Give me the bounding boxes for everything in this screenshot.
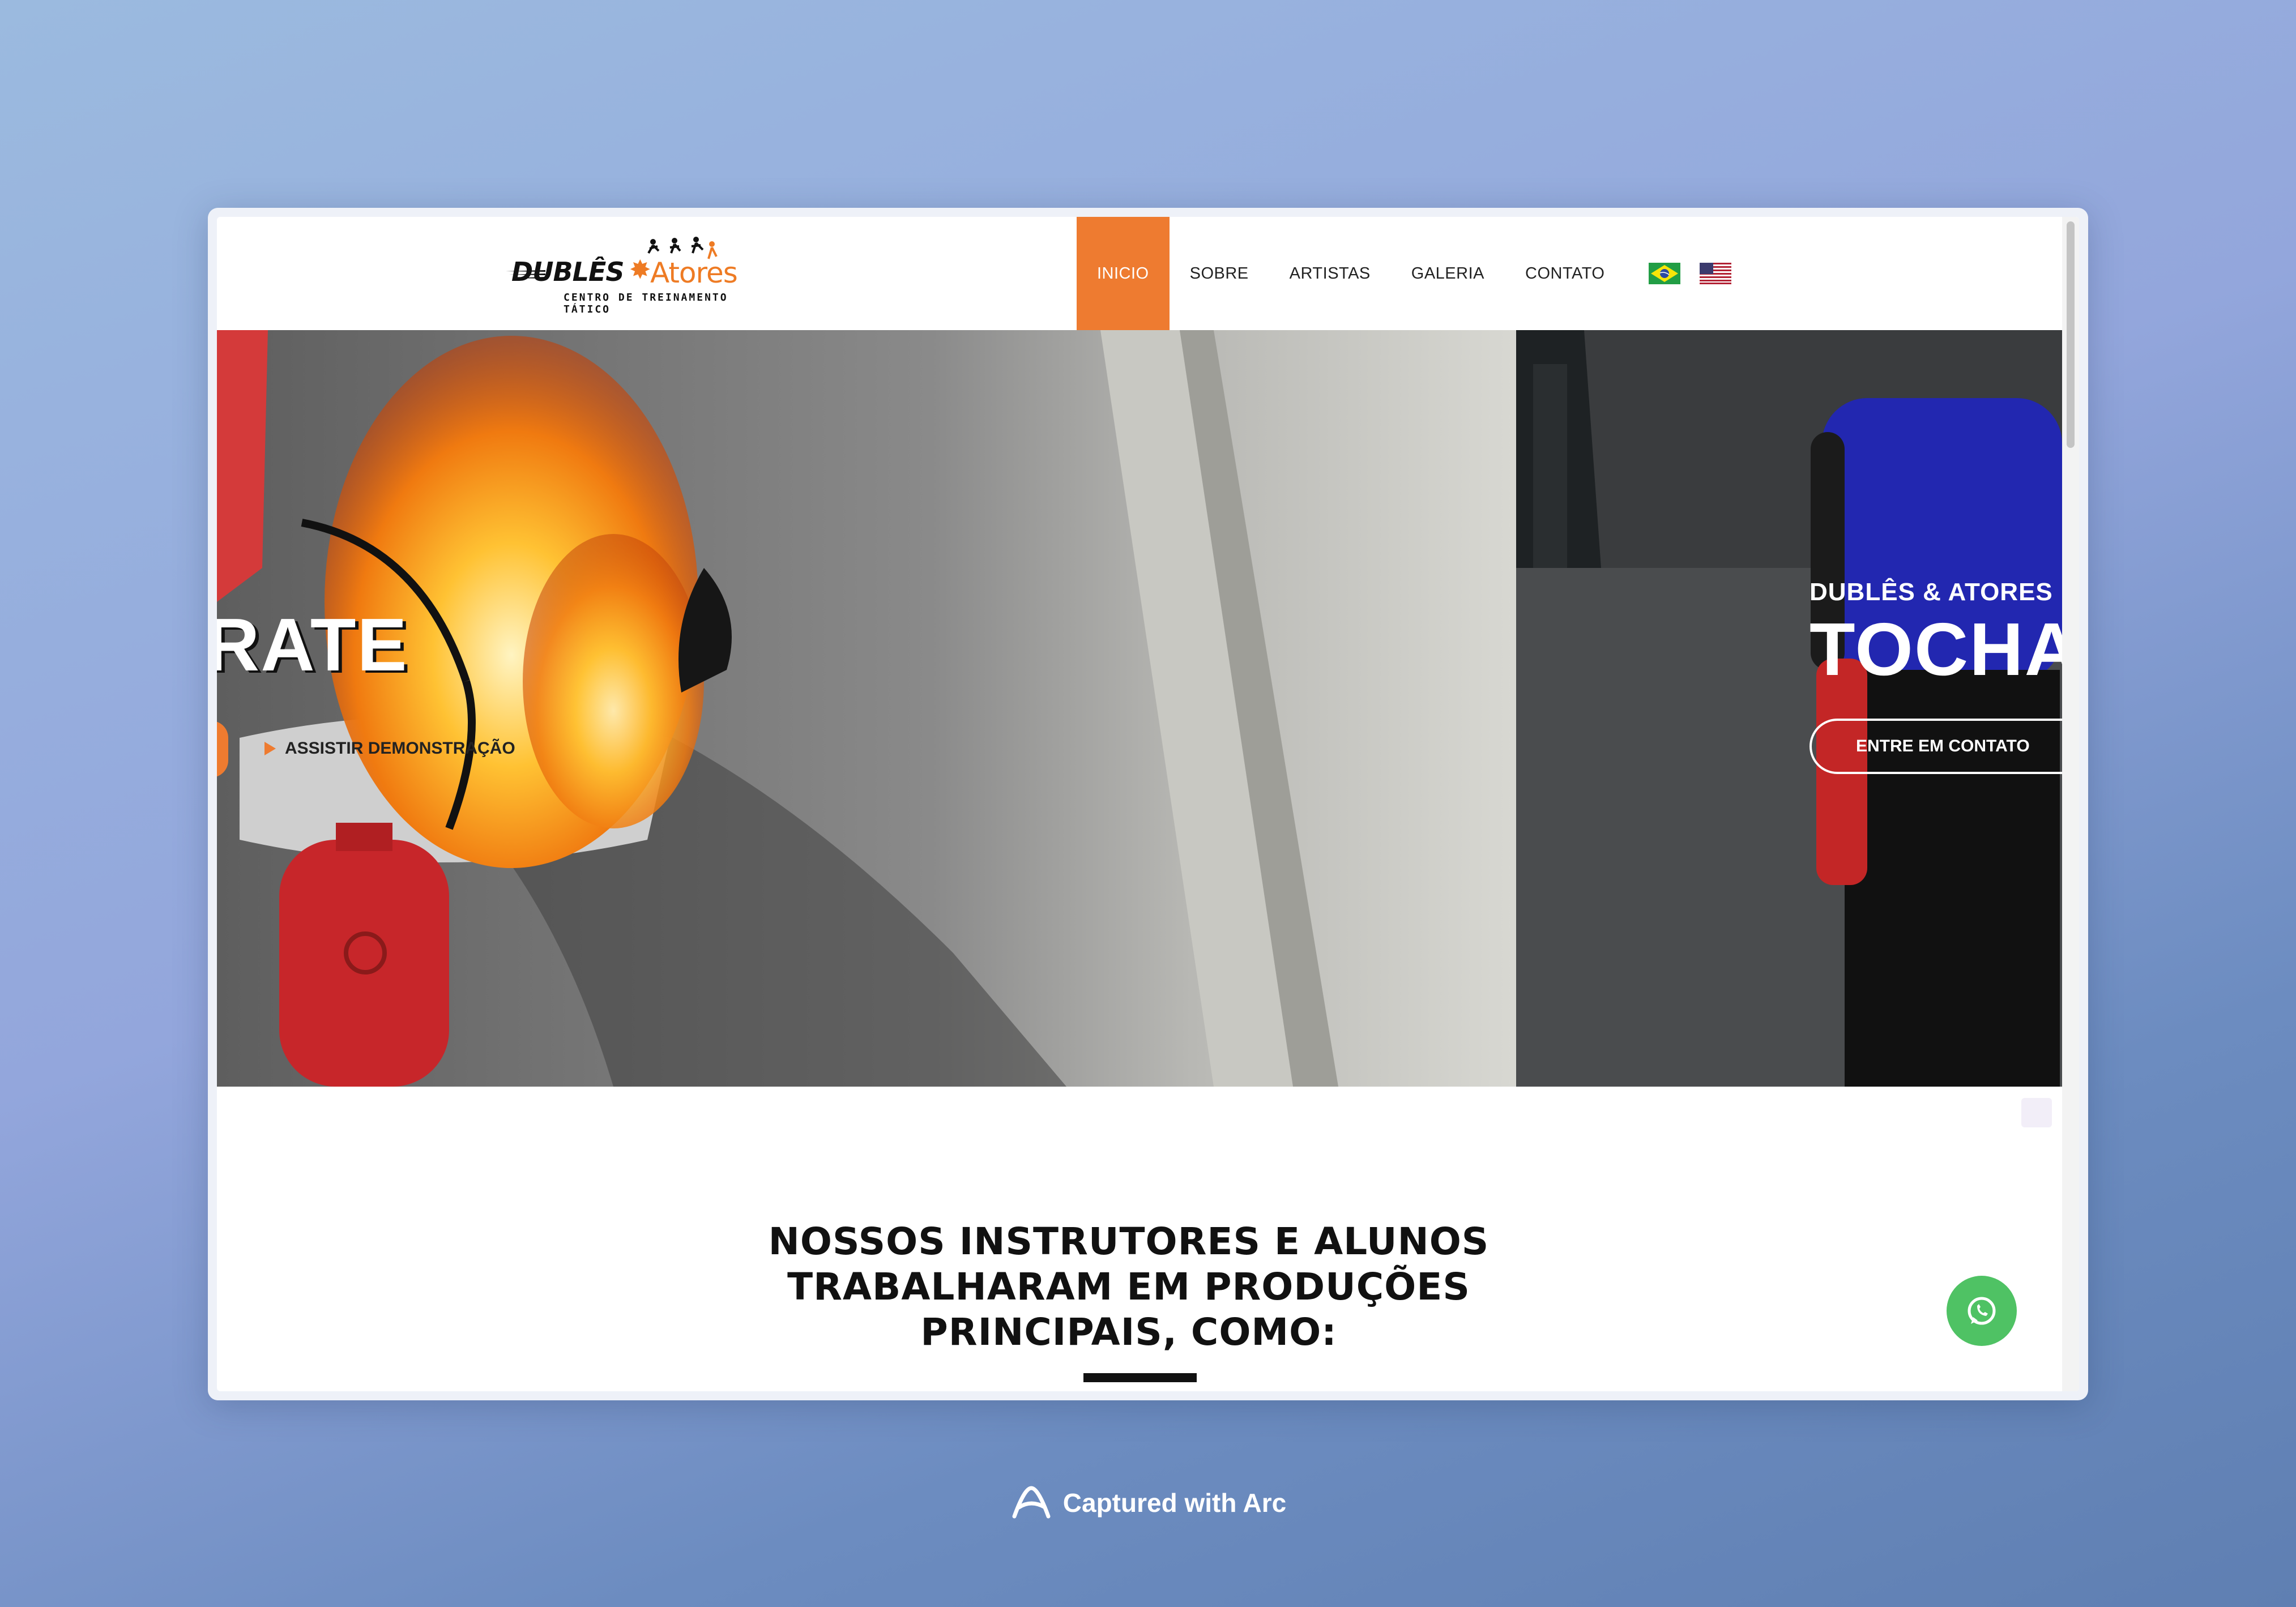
whatsapp-button[interactable] [1947, 1276, 2017, 1346]
browser-viewport: DUBLÊS ✸ Atores CENTRO DE TREINAMENTO TÁ… [217, 217, 2079, 1391]
watch-demo-label: ASSISTIR DEMONSTRAÇÃO [285, 739, 515, 758]
arc-caption: Captured with Arc [1062, 1488, 1287, 1518]
hero-right-title: TOCHA [1810, 608, 2062, 691]
contact-cta-label: ENTRE EM CONTATO [1856, 737, 2030, 755]
watch-demo-link[interactable]: ASSISTIR DEMONSTRAÇÃO [264, 739, 515, 758]
main-nav: INICIO SOBRE ARTISTAS GALERIA CONTATO [1077, 217, 1751, 330]
nav-item-artistas[interactable]: ARTISTAS [1269, 217, 1391, 330]
hero-left-title: RATE [217, 603, 408, 686]
brazil-flag-icon[interactable] [1649, 263, 1681, 284]
hero-slide-torch [1516, 330, 2062, 1087]
nav-item-galeria[interactable]: GALERIA [1391, 217, 1505, 330]
usa-flag-icon[interactable] [1700, 263, 1732, 284]
nav-item-sobre[interactable]: SOBRE [1170, 217, 1269, 330]
site-header: DUBLÊS ✸ Atores CENTRO DE TREINAMENTO TÁ… [217, 217, 2079, 330]
logo-tagline: CENTRO DE TREINAMENTO TÁTICO [564, 292, 728, 315]
logo-brand-left: DUBLÊS [511, 257, 624, 287]
whatsapp-icon [1968, 1297, 1996, 1325]
nav-item-contato[interactable]: CONTATO [1505, 217, 1625, 330]
page-scrollbar[interactable] [2062, 217, 2079, 1391]
hero-slide-fire-stunt [217, 330, 1516, 1087]
hero-slider[interactable]: RATE ASSISTIR DEMONSTRAÇÃO DUBLÊS & ATOR… [217, 330, 2062, 1087]
recaptcha-badge-icon[interactable] [2021, 1098, 2052, 1127]
title-underline [1083, 1373, 1197, 1382]
play-icon [264, 742, 276, 755]
contact-cta-button[interactable]: ENTRE EM CONTATO [1810, 719, 2062, 774]
nav-item-inicio[interactable]: INICIO [1077, 217, 1170, 330]
arc-logo-icon [1012, 1486, 1051, 1519]
section-title: NOSSOS INSTRUTORES E ALUNOS TRABALHARAM … [768, 1220, 1490, 1354]
hero-right-kicker: DUBLÊS & ATORES [1810, 578, 2053, 606]
scrollbar-thumb[interactable] [2067, 221, 2075, 448]
logo-wordmark: DUBLÊS [511, 257, 624, 287]
logo-wordmark-right: Atores [650, 257, 738, 289]
logo-brand-right: Atores [650, 257, 738, 289]
site-logo[interactable]: DUBLÊS ✸ Atores CENTRO DE TREINAMENTO TÁ… [506, 234, 772, 315]
arc-capture-footer: Captured with Arc [0, 1485, 2296, 1521]
browser-frame: DUBLÊS ✸ Atores CENTRO DE TREINAMENTO TÁ… [208, 208, 2088, 1400]
